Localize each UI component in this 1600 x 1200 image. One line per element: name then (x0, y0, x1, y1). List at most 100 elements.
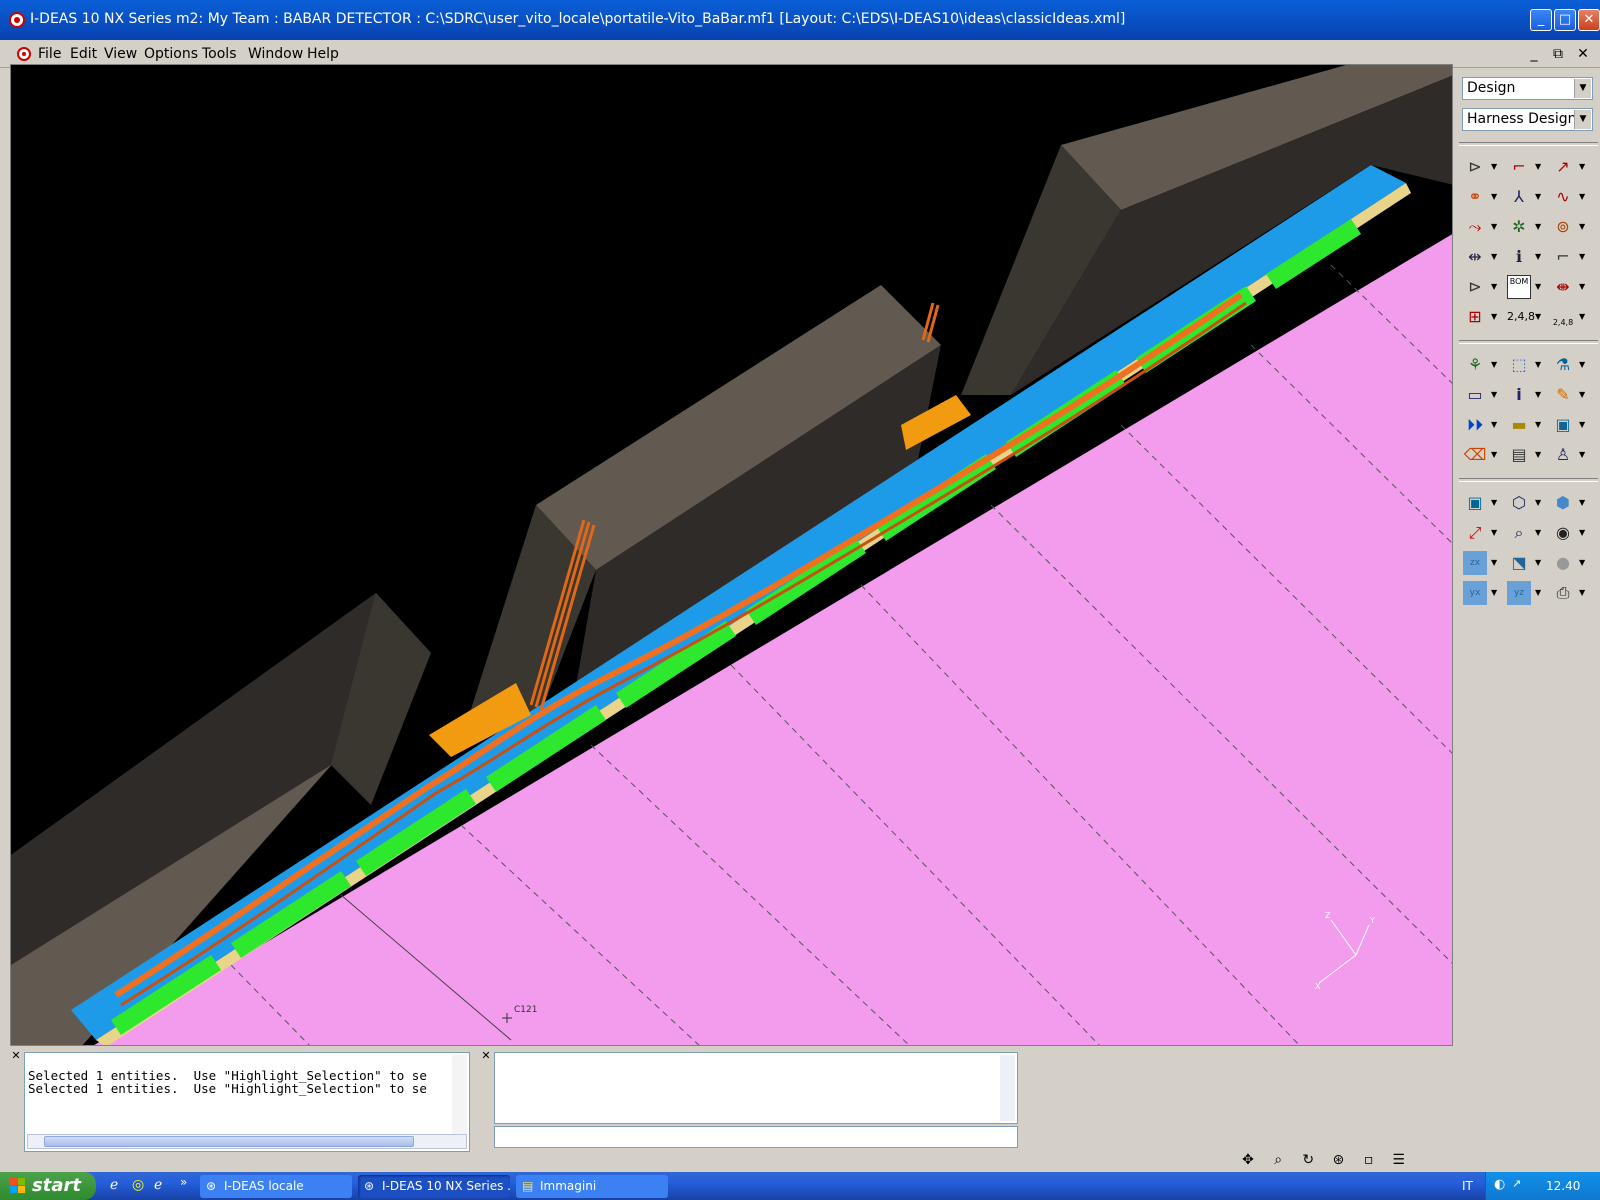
bom-tool-button[interactable]: BOM ▼ (1505, 274, 1545, 300)
menu-edit[interactable]: Edit (70, 46, 97, 62)
formboard-tool-button[interactable]: ⊞ ▼ (1461, 304, 1501, 330)
dropdown-arrow-icon[interactable]: ▼ (1491, 162, 1497, 171)
dropdown-arrow-icon[interactable]: ▼ (1579, 192, 1585, 201)
user-tool-button[interactable]: ♙ ▼ (1549, 442, 1589, 468)
dropdown-arrow-icon[interactable]: ▼ (1579, 162, 1585, 171)
dropdown-arrow-icon[interactable]: ▼ (1579, 360, 1585, 369)
dropdown-arrow-icon[interactable]: ▼ (1491, 390, 1497, 399)
dropdown-arrow-icon[interactable]: ▼ (1535, 528, 1541, 537)
dropdown-arrow-icon[interactable]: ▼ (1535, 282, 1541, 291)
menu-options[interactable]: Options (144, 46, 198, 62)
internet-explorer-icon[interactable]: ℯ (110, 1177, 118, 1193)
taskbar-item-ideas-series[interactable]: ⊛ I-DEAS 10 NX Series ... (358, 1175, 510, 1198)
dropdown-arrow-icon[interactable]: ▼ (1491, 312, 1497, 321)
dropdown-arrow-icon[interactable]: ▼ (1579, 282, 1585, 291)
menu-view[interactable]: View (104, 46, 137, 62)
zoom-tool-button[interactable]: ⌕ ▼ (1505, 520, 1545, 546)
maximize-button[interactable]: □ (1554, 9, 1576, 31)
dropdown-arrow-icon[interactable]: ▼ (1491, 282, 1497, 291)
view-eye-button[interactable]: ◉ ▼ (1549, 520, 1589, 546)
chevron-down-icon[interactable]: ▼ (1574, 110, 1591, 129)
junction-tool-button[interactable]: ⅄ ▼ (1505, 184, 1545, 210)
info-tool-button[interactable]: i ▼ (1505, 382, 1545, 408)
zoom-all-button[interactable]: ⤢ ▼ (1461, 520, 1501, 546)
dropdown-arrow-icon[interactable]: ▼ (1579, 450, 1585, 459)
taskbar-item-immagini[interactable]: ▤ Immagini (516, 1175, 668, 1198)
forward-tool-button[interactable]: ⏵⏵ ▼ (1461, 412, 1501, 438)
chevron-down-icon[interactable]: ▼ (1574, 79, 1591, 98)
pan-icon[interactable]: ✥ (1235, 1152, 1261, 1168)
quicklaunch-expand-icon[interactable]: » (180, 1175, 187, 1189)
clamp-tool-button[interactable]: ⇼ ▼ (1549, 274, 1589, 300)
dropdown-arrow-icon[interactable]: ▼ (1535, 588, 1541, 597)
taskbar-item-ideas-locale[interactable]: ⊛ I-DEAS locale (200, 1175, 352, 1198)
wire-tool-button[interactable]: ⚭ ▼ (1461, 184, 1501, 210)
view-perspective-button[interactable]: ● ▼ (1549, 550, 1589, 576)
dropdown-arrow-icon[interactable]: ▼ (1579, 420, 1585, 429)
minimize-button[interactable]: _ (1530, 9, 1552, 31)
prompt-close-icon[interactable]: ✕ (480, 1050, 492, 1062)
log-horizontal-scrollbar[interactable] (27, 1134, 467, 1149)
media-icon[interactable]: ◎ (132, 1177, 144, 1193)
device-tool-button[interactable]: ✲ ▼ (1505, 214, 1545, 240)
dropdown-arrow-icon[interactable]: ▼ (1535, 222, 1541, 231)
dropdown-arrow-icon[interactable]: ▼ (1535, 450, 1541, 459)
bundle-tool-button[interactable]: ⊚ ▼ (1549, 214, 1589, 240)
dropdown-arrow-icon[interactable]: ▼ (1491, 528, 1497, 537)
mdi-close-button[interactable]: ✕ (1573, 44, 1593, 64)
dimension-tool-button[interactable]: ⇹ ▼ (1461, 244, 1501, 270)
model-view[interactable]: C121 Z Y X (11, 65, 1453, 1046)
dropdown-arrow-icon[interactable]: ▼ (1491, 222, 1497, 231)
measure-tool-button[interactable]: ▬ ▼ (1505, 412, 1545, 438)
dropdown-arrow-icon[interactable]: ▼ (1535, 420, 1541, 429)
harness-branch-button[interactable]: ↗ ▼ (1549, 154, 1589, 180)
menu-window[interactable]: Window (248, 46, 303, 62)
store-tool-button[interactable]: ▣ ▼ (1549, 412, 1589, 438)
language-indicator[interactable]: IT (1462, 1179, 1473, 1193)
select-tool-button[interactable]: ⬚ ▼ (1505, 352, 1545, 378)
dropdown-arrow-icon[interactable]: ▼ (1535, 498, 1541, 507)
menu-tools[interactable]: Tools (202, 46, 237, 62)
tray-arrow-icon[interactable]: ↗ (1512, 1177, 1521, 1190)
hierarchy-tool-button[interactable]: ⚘ ▼ (1461, 352, 1501, 378)
cable-tool-button[interactable]: ∿ ▼ (1549, 184, 1589, 210)
dropdown-arrow-icon[interactable]: ▼ (1491, 420, 1497, 429)
list-region[interactable]: Selected 1 entities. Use "Highlight_Sele… (24, 1052, 470, 1152)
modify-tool-button[interactable]: ⚗ ▼ (1549, 352, 1589, 378)
dropdown-arrow-icon[interactable]: ▼ (1579, 390, 1585, 399)
reset-view-icon[interactable]: ⊛ (1325, 1152, 1351, 1168)
dropdown-arrow-icon[interactable]: ▼ (1579, 558, 1585, 567)
route-tool-button[interactable]: ⌐ ▼ (1505, 154, 1545, 180)
dropdown-arrow-icon[interactable]: ▼ (1535, 192, 1541, 201)
volume-icon[interactable]: ◐ (1494, 1177, 1505, 1192)
shaded-tool-button[interactable]: ⬢ ▼ (1549, 490, 1589, 516)
window-icon[interactable]: ▫ (1356, 1152, 1382, 1168)
dropdown-arrow-icon[interactable]: ▼ (1491, 192, 1497, 201)
dropdown-arrow-icon[interactable]: ▼ (1491, 360, 1497, 369)
menu-lines-icon[interactable]: ☰ (1386, 1152, 1412, 1168)
browser-icon[interactable]: ℯ (154, 1177, 162, 1193)
zoom-icon[interactable]: ⌕ (1265, 1152, 1291, 1168)
dropdown-arrow-icon[interactable]: ▼ (1535, 558, 1541, 567)
view-zx-button[interactable]: zx ▼ (1461, 550, 1501, 576)
close-button[interactable]: ✕ (1578, 9, 1600, 31)
dropdown-arrow-icon[interactable]: ▼ (1579, 222, 1585, 231)
sketch-tool-button[interactable]: ▭ ▼ (1461, 382, 1501, 408)
path-tool-button[interactable]: ⤳ ▼ (1461, 214, 1501, 240)
label-tool-button[interactable]: ℹ ▼ (1505, 244, 1545, 270)
dropdown-arrow-icon[interactable]: ▼ (1491, 450, 1497, 459)
dropdown-arrow-icon[interactable]: ▼ (1535, 162, 1541, 171)
dropdown-arrow-icon[interactable]: ▼ (1535, 390, 1541, 399)
command-input[interactable] (494, 1126, 1018, 1148)
view-yx-button[interactable]: yx ▼ (1461, 580, 1501, 606)
dropdown-arrow-icon[interactable]: ▼ (1535, 252, 1541, 261)
task-select[interactable]: Harness Design ▼ (1462, 108, 1593, 131)
dropdown-arrow-icon[interactable]: ▼ (1579, 588, 1585, 597)
segment-tool-button[interactable]: ⌐ ▼ (1549, 244, 1589, 270)
display-tool-button[interactable]: ▣ ▼ (1461, 490, 1501, 516)
mdi-minimize-button[interactable]: _ (1524, 44, 1544, 64)
report-tool-button[interactable]: 2,4,8 ▼ (1549, 304, 1589, 330)
view-yz-button[interactable]: yz ▼ (1505, 580, 1545, 606)
menu-file[interactable]: File (38, 46, 61, 62)
rotate-icon[interactable]: ↻ (1295, 1152, 1321, 1168)
